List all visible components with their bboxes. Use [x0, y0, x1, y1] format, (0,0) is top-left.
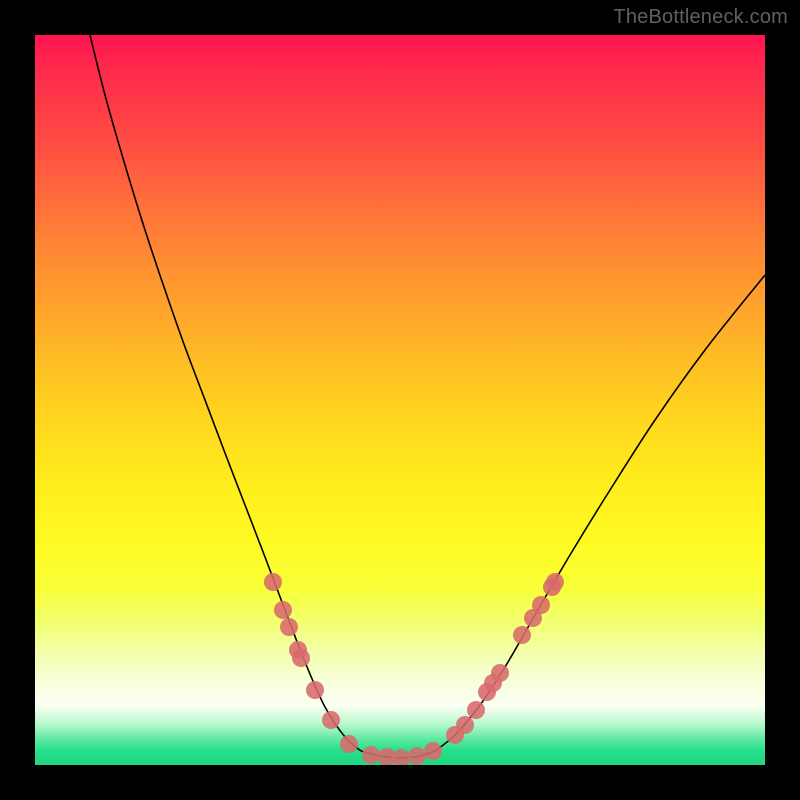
sample-dot — [532, 596, 550, 614]
sample-dot — [306, 681, 324, 699]
sample-dot — [424, 742, 442, 760]
sample-dot — [292, 649, 310, 667]
sample-dot — [546, 573, 564, 591]
sample-dot — [408, 747, 426, 765]
sample-dot — [491, 664, 509, 682]
sample-dot — [362, 746, 380, 764]
watermark-text: TheBottleneck.com — [613, 6, 788, 29]
sample-dot — [274, 601, 292, 619]
sample-dot — [280, 618, 298, 636]
curve-right — [435, 275, 765, 751]
sample-dot — [392, 749, 410, 765]
sample-dot — [456, 716, 474, 734]
sample-dots-group — [264, 573, 564, 765]
sample-dot — [322, 711, 340, 729]
sample-dot — [340, 735, 358, 753]
chart-frame: TheBottleneck.com — [0, 0, 800, 800]
sample-dot — [513, 626, 531, 644]
curve-left — [90, 35, 361, 751]
sample-dot — [467, 701, 485, 719]
chart-overlay — [35, 35, 765, 765]
sample-dot — [264, 573, 282, 591]
plot-area — [35, 35, 765, 765]
